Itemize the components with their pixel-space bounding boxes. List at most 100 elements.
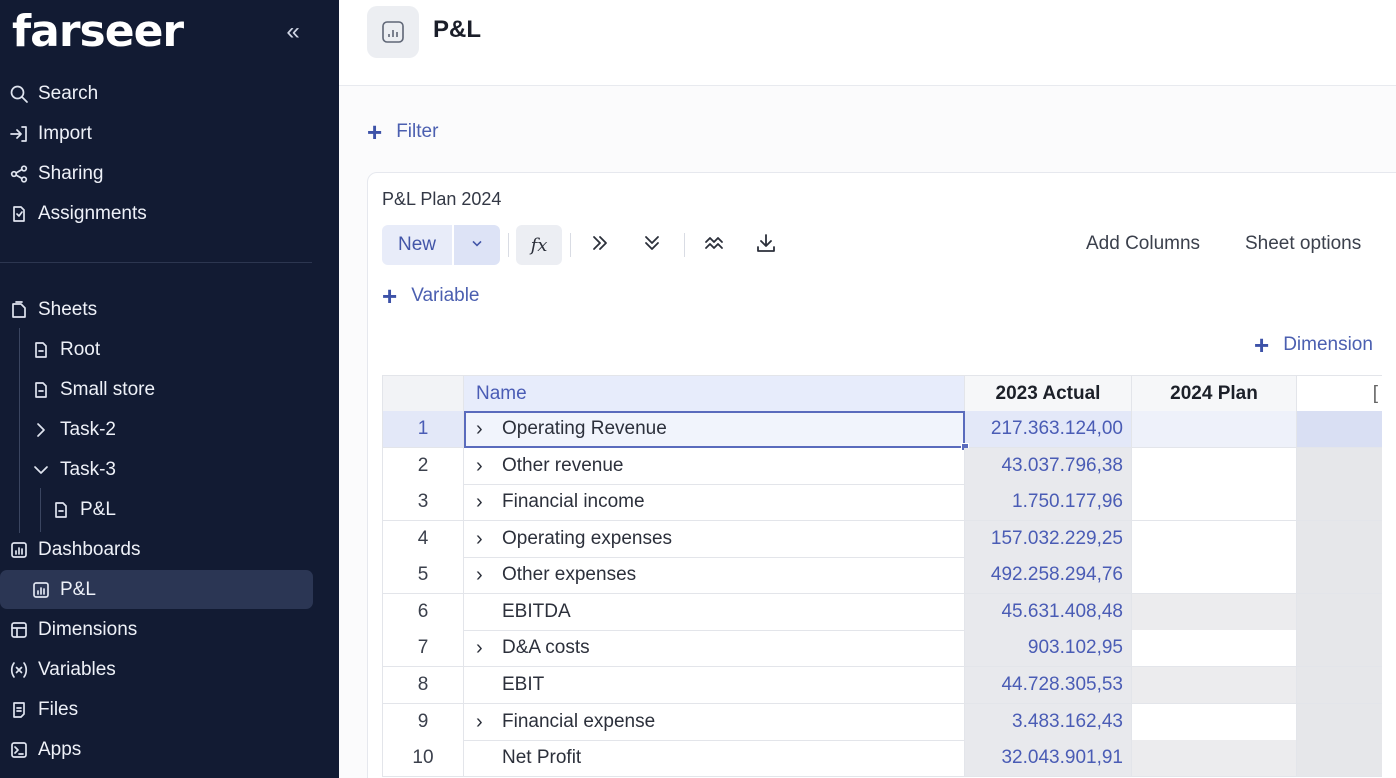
column-header-2024-plan[interactable]: 2024 Plan — [1132, 375, 1297, 412]
extra-cell[interactable] — [1297, 740, 1382, 777]
expand-columns-button[interactable] — [582, 225, 618, 265]
row-number: 8 — [382, 667, 464, 704]
sidebar-item-label: Sheets — [38, 299, 98, 320]
column-header-2023-actual[interactable]: 2023 Actual — [965, 375, 1132, 412]
variables-icon — [8, 659, 30, 681]
plan-cell[interactable] — [1132, 667, 1297, 704]
chevron-right-icon[interactable]: › — [476, 711, 502, 734]
collapse-sidebar-button[interactable]: « — [280, 18, 306, 46]
add-filter-button[interactable]: + Filter — [367, 118, 438, 146]
sidebar-item-root[interactable]: Root — [30, 333, 100, 367]
extra-cell[interactable] — [1297, 484, 1382, 521]
extra-cell[interactable] — [1297, 704, 1382, 741]
farseer-logo[interactable]: farseer — [12, 6, 184, 57]
actual-cell[interactable]: 217.363.124,00 — [965, 411, 1132, 448]
plan-cell[interactable] — [1132, 411, 1297, 448]
column-header-name[interactable]: Name — [464, 375, 965, 412]
sidebar-item-sheets[interactable]: Sheets — [8, 293, 97, 327]
name-cell[interactable]: › Operating expenses — [464, 521, 965, 558]
plan-cell[interactable] — [1132, 484, 1297, 521]
actual-cell[interactable]: 32.043.901,91 — [965, 740, 1132, 777]
extra-cell[interactable] — [1297, 594, 1382, 631]
actual-cell[interactable]: 1.750.177,96 — [965, 484, 1132, 521]
sidebar-item-task-2[interactable]: Task-2 — [30, 413, 116, 447]
chevron-right-icon[interactable]: › — [476, 564, 502, 587]
sidebar-item-dashboard-pl[interactable]: P&L — [30, 573, 96, 607]
extra-cell[interactable] — [1297, 667, 1382, 704]
plan-cell[interactable] — [1132, 448, 1297, 485]
row-number: 2 — [382, 448, 464, 485]
extra-cell[interactable] — [1297, 557, 1382, 594]
plus-icon: + — [1254, 330, 1270, 360]
sidebar-item-import[interactable]: Import — [8, 117, 92, 151]
name-cell[interactable]: › Financial expense — [464, 704, 965, 741]
trend-button[interactable] — [696, 225, 732, 265]
main-content: P&L + Filter P&L Plan 2024 New fx Add Co… — [339, 0, 1396, 778]
actual-cell[interactable]: 45.631.408,48 — [965, 594, 1132, 631]
chevron-right-icon[interactable]: › — [476, 528, 502, 551]
download-button[interactable] — [748, 225, 784, 265]
name-cell[interactable]: › Financial income — [464, 484, 965, 521]
sheet-options-button[interactable]: Sheet options — [1245, 233, 1361, 255]
new-dropdown-button[interactable] — [454, 225, 500, 265]
actual-cell[interactable]: 44.728.305,53 — [965, 667, 1132, 704]
chevron-right-icon[interactable]: › — [476, 455, 502, 478]
chevron-right-icon[interactable]: › — [476, 491, 502, 514]
expand-rows-button[interactable] — [634, 225, 670, 265]
plan-cell[interactable] — [1132, 594, 1297, 631]
new-button[interactable]: New — [382, 225, 452, 265]
sidebar-item-files[interactable]: Files — [8, 693, 78, 727]
toolbar-divider — [508, 233, 509, 257]
add-columns-button[interactable]: Add Columns — [1086, 233, 1200, 255]
add-variable-button[interactable]: + Variable — [382, 283, 480, 309]
row-name: Financial income — [502, 491, 645, 512]
plan-cell[interactable] — [1132, 557, 1297, 594]
plan-cell[interactable] — [1132, 740, 1297, 777]
sidebar-item-dimensions[interactable]: Dimensions — [8, 613, 137, 647]
add-dimension-button[interactable]: + Dimension — [1254, 332, 1373, 358]
dimensions-icon — [8, 619, 30, 641]
name-cell[interactable]: › Other expenses — [464, 557, 965, 594]
row-name: Operating expenses — [502, 528, 673, 549]
name-cell[interactable]: › Other revenue — [464, 448, 965, 485]
sidebar-item-assignments[interactable]: Assignments — [8, 197, 147, 231]
extra-cell[interactable] — [1297, 411, 1382, 448]
chevron-right-icon[interactable] — [30, 419, 52, 441]
extra-cell[interactable] — [1297, 448, 1382, 485]
sidebar-item-apps[interactable]: Apps — [8, 733, 81, 767]
column-header-partial[interactable]: [ — [1297, 375, 1382, 412]
name-cell[interactable]: EBITDA — [464, 594, 965, 631]
download-icon — [755, 232, 777, 259]
sidebar-item-search[interactable]: Search — [8, 77, 98, 111]
row-number-header[interactable] — [382, 375, 464, 412]
plan-cell[interactable] — [1132, 704, 1297, 741]
extra-cell[interactable] — [1297, 521, 1382, 558]
double-chevron-right-icon — [589, 232, 611, 259]
sidebar-item-sheet-pl[interactable]: P&L — [50, 493, 116, 527]
chevron-right-icon[interactable]: › — [476, 637, 502, 660]
actual-cell[interactable]: 157.032.229,25 — [965, 521, 1132, 558]
actual-cell[interactable]: 492.258.294,76 — [965, 557, 1132, 594]
name-cell[interactable]: EBIT — [464, 667, 965, 704]
chevron-right-icon[interactable]: › — [476, 418, 502, 441]
formula-button[interactable]: fx — [516, 225, 562, 265]
sidebar-item-variables[interactable]: Variables — [8, 653, 116, 687]
sidebar-item-dashboards[interactable]: Dashboards — [8, 533, 140, 567]
sidebar-item-small-store[interactable]: Small store — [30, 373, 155, 407]
extra-cell[interactable] — [1297, 630, 1382, 667]
name-cell[interactable]: Net Profit — [464, 740, 965, 777]
name-cell[interactable]: › D&A costs — [464, 630, 965, 667]
actual-cell[interactable]: 903.102,95 — [965, 630, 1132, 667]
sidebar-item-task-3[interactable]: Task-3 — [30, 453, 116, 487]
row-name: EBITDA — [502, 601, 571, 622]
sidebar-item-label: Search — [38, 83, 99, 104]
actual-cell[interactable]: 43.037.796,38 — [965, 448, 1132, 485]
plan-cell[interactable] — [1132, 630, 1297, 667]
search-icon — [8, 83, 30, 105]
chevron-down-icon[interactable] — [30, 459, 52, 481]
filter-label: Filter — [396, 121, 439, 142]
actual-cell[interactable]: 3.483.162,43 — [965, 704, 1132, 741]
sidebar-item-sharing[interactable]: Sharing — [8, 157, 104, 191]
name-cell[interactable]: › Operating Revenue — [464, 411, 965, 448]
plan-cell[interactable] — [1132, 521, 1297, 558]
